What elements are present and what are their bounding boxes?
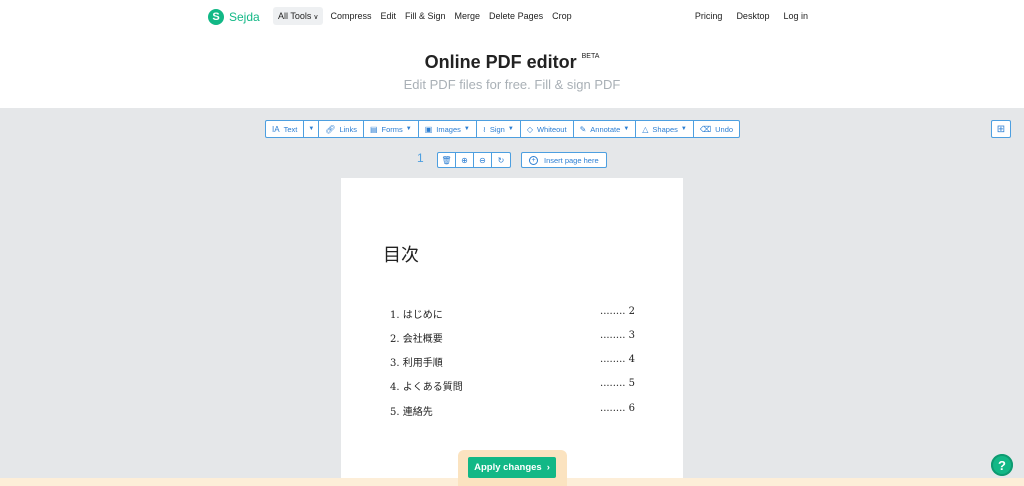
zoom-in-button[interactable]: ⊕	[456, 153, 474, 167]
toc-row[interactable]: 1. はじめに ........ 2	[390, 306, 635, 321]
eraser-icon: ◇	[526, 124, 533, 134]
toc-page-number: ........ 5	[600, 378, 635, 389]
shapes-tool-button[interactable]: △ Shapes ▼	[636, 121, 694, 137]
apply-changes-button[interactable]: Apply changes ›	[468, 457, 556, 478]
toc-row[interactable]: 5. 連絡先 ........ 6	[390, 403, 635, 418]
caret-down-icon: ▼	[308, 126, 315, 132]
shapes-icon: △	[642, 124, 649, 134]
plus-circle-icon: +	[529, 155, 538, 165]
toc-label: 5. 連絡先	[390, 407, 433, 418]
text-options-dropdown[interactable]: ▼	[304, 121, 320, 137]
toc-label: 3. 利用手順	[390, 358, 443, 369]
document-heading[interactable]: 目次	[383, 241, 419, 267]
text-icon: IA	[272, 124, 280, 134]
toc-row[interactable]: 4. よくある質問 ........ 5	[390, 378, 635, 393]
nav-edit[interactable]: Edit	[377, 7, 401, 25]
page-subtitle: Edit PDF files for free. Fill & sign PDF	[403, 77, 621, 92]
nav-crop[interactable]: Crop	[548, 7, 576, 25]
main-menu: All Tools ∨ Compress Edit Fill & Sign Mer…	[273, 7, 577, 25]
page-number: 1	[417, 151, 424, 165]
links-tool-button[interactable]: 🔗︎ Links	[319, 121, 364, 137]
beta-badge: BETA	[581, 53, 600, 60]
toc-row[interactable]: 2. 会社概要 ........ 3	[390, 330, 635, 345]
link-icon: 🔗︎	[325, 124, 336, 134]
editor-toolbar: IA Text ▼ 🔗︎ Links ▤ Forms ▼ ▣ Images ▼ ≀ Sign ▼…	[265, 120, 741, 138]
toc-page-number: ........ 2	[600, 306, 635, 317]
toc-page-number: ........ 3	[600, 330, 635, 341]
annotate-tool-button[interactable]: ✎ Annotate ▼	[574, 121, 637, 137]
nav-desktop[interactable]: Desktop	[732, 7, 773, 25]
grid-icon: ⊞	[996, 123, 1006, 135]
nav-all-tools[interactable]: All Tools ∨	[273, 7, 324, 25]
images-tool-button[interactable]: ▣ Images ▼	[419, 121, 477, 137]
account-menu: Pricing Desktop Log in	[686, 7, 813, 25]
undo-icon: ⌫	[699, 124, 712, 134]
trash-icon: 🗑︎	[441, 155, 452, 165]
nav-login[interactable]: Log in	[779, 7, 812, 25]
page-tools: 🗑︎ ⊕ ⊖ ↻	[437, 152, 511, 168]
help-icon[interactable]: ?	[991, 454, 1013, 476]
zoom-out-button[interactable]: ⊖	[474, 153, 492, 167]
toc-page-number: ........ 4	[600, 354, 635, 365]
page-title: Online PDF editor BETA	[424, 52, 600, 72]
nav-fill-sign[interactable]: Fill & Sign	[401, 7, 450, 25]
pen-icon: ✎	[579, 124, 587, 134]
whiteout-tool-button[interactable]: ◇ Whiteout	[521, 121, 574, 137]
toc-label: 1. はじめに	[390, 310, 443, 321]
zoom-in-icon: ⊕	[461, 155, 468, 165]
nav-pricing[interactable]: Pricing	[691, 7, 727, 25]
chevron-right-icon: ›	[546, 462, 550, 473]
forms-tool-button[interactable]: ▤ Forms ▼	[364, 121, 419, 137]
nav-delete-pages[interactable]: Delete Pages	[485, 7, 547, 25]
insert-page-button[interactable]: + Insert page here	[521, 152, 607, 168]
rotate-page-button[interactable]: ↻	[492, 153, 510, 167]
chevron-down-icon: ∨	[313, 14, 319, 21]
top-nav: S Sejda All Tools ∨ Compress Edit Fill & …	[0, 0, 1024, 34]
toc-label: 4. よくある質問	[390, 382, 463, 393]
signature-icon: ≀	[482, 124, 486, 134]
logo-icon: S	[208, 9, 224, 25]
undo-button[interactable]: ⌫ Undo	[694, 121, 739, 137]
toc-row[interactable]: 3. 利用手順 ........ 4	[390, 354, 635, 369]
form-icon: ▤	[369, 124, 378, 134]
zoom-out-icon: ⊖	[479, 155, 486, 165]
image-icon: ▣	[424, 124, 433, 134]
toc-page-number: ........ 6	[600, 403, 635, 414]
nav-merge[interactable]: Merge	[451, 7, 485, 25]
delete-page-button[interactable]: 🗑︎	[438, 153, 456, 167]
sign-tool-button[interactable]: ≀ Sign ▼	[477, 121, 521, 137]
caret-down-icon: ▼	[623, 126, 630, 132]
sejda-logo[interactable]: S Sejda	[208, 9, 260, 25]
thumbnails-toggle-button[interactable]: ⊞	[991, 120, 1011, 138]
caret-down-icon: ▼	[405, 126, 412, 132]
caret-down-icon: ▼	[463, 126, 470, 132]
nav-compress[interactable]: Compress	[326, 7, 375, 25]
toc-label: 2. 会社概要	[390, 334, 443, 345]
caret-down-icon: ▼	[680, 126, 687, 132]
text-tool-button[interactable]: IA Text	[266, 121, 305, 137]
caret-down-icon: ▼	[507, 126, 514, 132]
pdf-page[interactable]: 目次 1. はじめに ........ 2 2. 会社概要 ........ 3…	[341, 178, 683, 486]
rotate-icon: ↻	[497, 155, 505, 165]
logo-text: Sejda	[229, 10, 260, 24]
